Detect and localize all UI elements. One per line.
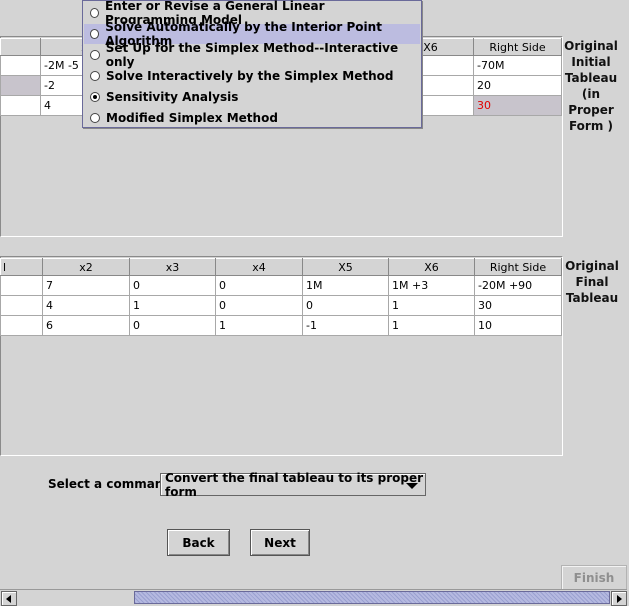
initial-col-header	[0, 38, 41, 56]
final-col-header: X6	[388, 258, 475, 276]
table-cell[interactable]	[0, 275, 43, 296]
scroll-left-button[interactable]	[1, 591, 17, 606]
scroll-right-button[interactable]	[611, 591, 627, 606]
table-cell[interactable]: 0	[129, 275, 216, 296]
label-line: Final	[575, 275, 609, 289]
command-dropdown[interactable]: Convert the final tableau to its proper …	[160, 470, 426, 499]
label-line: Initial	[571, 55, 611, 69]
table-cell[interactable]: 4	[42, 295, 130, 316]
menu-item-label: Sensitivity Analysis	[106, 90, 239, 104]
back-button[interactable]: Back	[167, 529, 230, 556]
table-cell[interactable]	[0, 295, 43, 316]
label-line: Tableau	[564, 71, 618, 85]
menu-item-setup-simplex[interactable]: Set Up for the Simplex Method--Interacti…	[84, 41, 420, 69]
select-command-label: Select a command	[48, 477, 172, 491]
table-cell[interactable]: 0	[302, 295, 389, 316]
table-cell[interactable]	[0, 55, 41, 76]
menu-item-label: Modified Simplex Method	[106, 111, 278, 125]
final-header-row: l x2 x3 x4 X5 X6 Right Side	[0, 258, 562, 276]
initial-col-header: Right Side	[473, 38, 562, 56]
menu-item-modified-simplex[interactable]: Modified Simplex Method	[84, 108, 420, 128]
table-cell[interactable]: -1	[302, 315, 389, 336]
radio-icon	[90, 71, 100, 81]
scroll-thumb[interactable]	[134, 591, 610, 604]
chevron-down-icon	[406, 483, 418, 489]
label-line: Tableau	[565, 291, 619, 305]
table-cell[interactable]: -20M +90	[474, 275, 562, 296]
arrow-left-icon	[6, 594, 11, 603]
initial-tableau-label: Original Initial Tableau (in Proper Form…	[561, 38, 621, 134]
label-line: Original	[564, 39, 618, 53]
arrow-right-icon	[617, 594, 622, 603]
final-tableau-label: Original Final Tableau	[563, 258, 621, 306]
table-cell[interactable]	[0, 95, 41, 116]
horizontal-scrollbar[interactable]	[0, 589, 627, 606]
command-dropdown-value: Convert the final tableau to its proper …	[165, 470, 424, 499]
table-row: 4 1 0 0 1 30	[0, 295, 562, 316]
final-col-header: X5	[302, 258, 389, 276]
table-cell[interactable]: 1M +3	[388, 275, 475, 296]
final-col-header: x3	[129, 258, 216, 276]
table-cell[interactable]: 1M	[302, 275, 389, 296]
radio-icon	[90, 50, 100, 60]
menu-item-label: Set Up for the Simplex Method--Interacti…	[105, 41, 399, 69]
final-col-header: l	[0, 258, 43, 276]
radio-selected-icon	[90, 92, 100, 102]
label-line: (in Proper	[568, 87, 614, 117]
table-cell[interactable]: -70M	[473, 55, 562, 76]
menu-item-label: Solve Interactively by the Simplex Metho…	[106, 69, 394, 83]
table-cell[interactable]: 1	[388, 295, 475, 316]
menu-item-solve-simplex-interactive[interactable]: Solve Interactively by the Simplex Metho…	[84, 66, 420, 86]
highlighted-cell[interactable]: 30	[473, 95, 562, 116]
final-tableau-table: l x2 x3 x4 X5 X6 Right Side 7 0 0 1M 1M …	[0, 258, 562, 336]
table-cell[interactable]: 10	[474, 315, 562, 336]
final-col-header: x2	[42, 258, 130, 276]
table-row: 6 0 1 -1 1 10	[0, 315, 562, 336]
menu-item-sensitivity-analysis[interactable]: Sensitivity Analysis	[84, 87, 420, 107]
label-line: Original	[565, 259, 619, 273]
table-cell[interactable]	[0, 315, 43, 336]
label-line: Form )	[568, 119, 614, 133]
table-cell[interactable]: 7	[42, 275, 130, 296]
table-cell[interactable]: 1	[215, 315, 303, 336]
finish-button[interactable]: Finish	[561, 565, 627, 590]
radio-icon	[90, 29, 100, 39]
table-cell[interactable]: 6	[42, 315, 130, 336]
table-row: 7 0 0 1M 1M +3 -20M +90	[0, 275, 562, 296]
table-cell[interactable]: 1	[388, 315, 475, 336]
table-cell[interactable]: 20	[473, 75, 562, 96]
table-cell[interactable]	[0, 75, 41, 96]
next-button[interactable]: Next	[250, 529, 310, 556]
procedure-menu: Enter or Revise a General Linear Program…	[82, 0, 422, 128]
table-cell[interactable]: 1	[129, 295, 216, 316]
table-cell[interactable]: 30	[474, 295, 562, 316]
final-col-header: Right Side	[474, 258, 562, 276]
radio-icon	[90, 8, 99, 18]
table-cell[interactable]: 0	[215, 275, 303, 296]
final-col-header: x4	[215, 258, 303, 276]
radio-icon	[90, 113, 100, 123]
table-cell[interactable]: 0	[215, 295, 303, 316]
table-cell[interactable]: 0	[129, 315, 216, 336]
